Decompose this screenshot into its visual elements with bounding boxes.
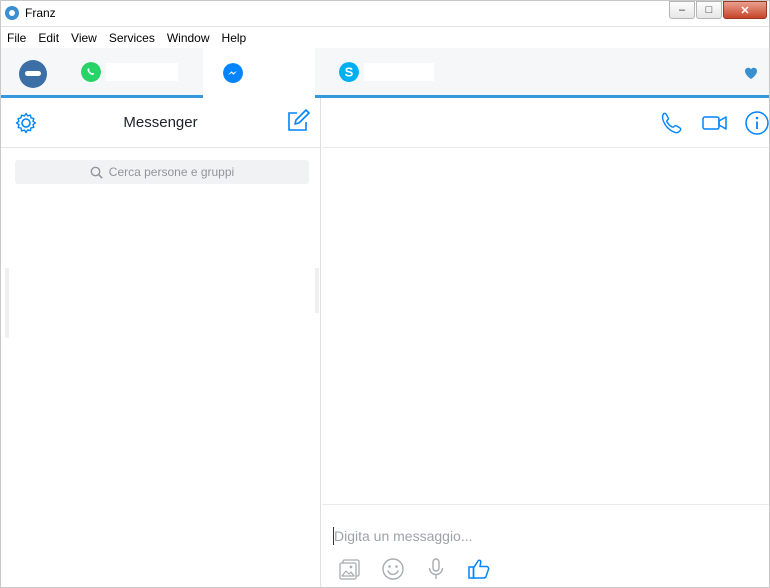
microphone-icon[interactable] bbox=[424, 557, 448, 581]
emoji-icon[interactable] bbox=[381, 557, 405, 581]
close-button[interactable]: ✕ bbox=[723, 1, 767, 19]
service-tab-bar: S bbox=[1, 48, 769, 98]
menu-window[interactable]: Window bbox=[167, 31, 210, 45]
menu-edit[interactable]: Edit bbox=[38, 31, 59, 45]
window-controls: – □ ✕ bbox=[668, 1, 767, 19]
minimize-button[interactable]: – bbox=[669, 1, 695, 19]
franz-window: Franz – □ ✕ File Edit View Services Wind… bbox=[0, 0, 770, 588]
tab-whatsapp-label bbox=[106, 62, 178, 81]
panel-title: Messenger bbox=[123, 114, 198, 131]
menu-help[interactable]: Help bbox=[222, 31, 247, 45]
heart-icon[interactable] bbox=[743, 65, 759, 81]
search-placeholder: Cerca persone e gruppi bbox=[108, 165, 235, 179]
franz-logo-icon[interactable] bbox=[19, 60, 47, 88]
scrollbar-right[interactable] bbox=[315, 268, 319, 313]
whatsapp-icon bbox=[81, 61, 101, 82]
thumbs-up-icon[interactable] bbox=[467, 557, 491, 581]
messenger-icon bbox=[223, 63, 243, 83]
menu-file[interactable]: File bbox=[7, 31, 26, 45]
skype-icon: S bbox=[339, 61, 359, 82]
title-bar: Franz – □ ✕ bbox=[1, 1, 769, 27]
franz-app-icon bbox=[5, 6, 19, 20]
svg-text:S: S bbox=[345, 64, 354, 79]
tab-whatsapp[interactable] bbox=[81, 48, 191, 95]
menu-view[interactable]: View bbox=[71, 31, 97, 45]
conversation-header bbox=[322, 98, 769, 148]
window-title: Franz bbox=[25, 6, 56, 20]
video-camera-icon[interactable] bbox=[701, 110, 729, 136]
conversation-panel bbox=[322, 98, 769, 587]
tab-skype-label bbox=[364, 62, 434, 81]
search-input[interactable]: Cerca persone e gruppi bbox=[15, 160, 309, 184]
info-icon[interactable] bbox=[744, 110, 770, 136]
image-icon[interactable] bbox=[338, 557, 362, 581]
conversation-list-panel: Messenger Cerca persone e gruppi bbox=[1, 98, 321, 587]
compose-icon[interactable] bbox=[285, 108, 311, 134]
tab-skype[interactable]: S bbox=[339, 48, 439, 95]
maximize-button[interactable]: □ bbox=[696, 1, 722, 19]
phone-icon[interactable] bbox=[658, 110, 684, 136]
message-input[interactable] bbox=[334, 525, 754, 547]
composer-toolbar bbox=[338, 557, 510, 581]
menu-services[interactable]: Services bbox=[109, 31, 155, 45]
conversation-list-header: Messenger bbox=[1, 98, 320, 148]
tab-messenger-label bbox=[248, 64, 290, 82]
search-icon bbox=[90, 166, 103, 179]
menu-bar: File Edit View Services Window Help bbox=[1, 28, 769, 48]
tab-messenger[interactable] bbox=[203, 48, 315, 98]
scrollbar[interactable] bbox=[5, 268, 9, 338]
message-composer bbox=[322, 504, 769, 587]
